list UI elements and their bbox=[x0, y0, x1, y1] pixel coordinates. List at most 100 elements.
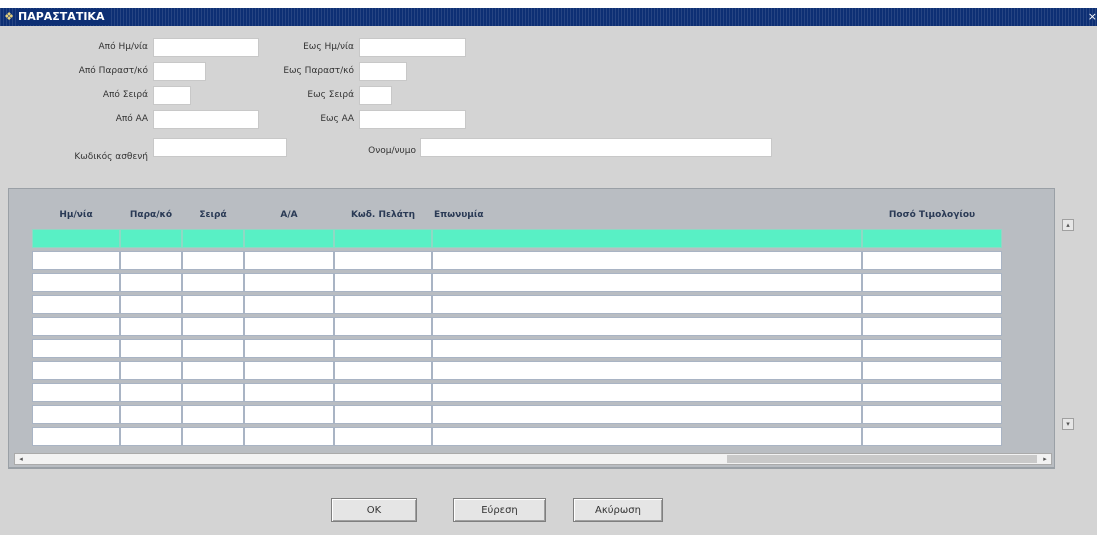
table-cell[interactable] bbox=[32, 273, 120, 292]
table-cell[interactable] bbox=[862, 339, 1002, 358]
table-row[interactable] bbox=[32, 229, 1002, 248]
table-cell[interactable] bbox=[244, 405, 334, 424]
table-cell[interactable] bbox=[182, 405, 244, 424]
table-cell[interactable] bbox=[244, 427, 334, 446]
table-cell[interactable] bbox=[334, 383, 432, 402]
search-button[interactable]: Εύρεση bbox=[453, 498, 546, 522]
scroll-up-icon[interactable]: ▴ bbox=[1062, 219, 1074, 231]
table-cell[interactable] bbox=[432, 273, 862, 292]
table-row[interactable] bbox=[32, 295, 1002, 314]
table-cell[interactable] bbox=[244, 229, 334, 248]
table-cell[interactable] bbox=[334, 339, 432, 358]
table-cell[interactable] bbox=[244, 361, 334, 380]
table-cell[interactable] bbox=[182, 273, 244, 292]
table-cell[interactable] bbox=[32, 295, 120, 314]
table-cell[interactable] bbox=[432, 339, 862, 358]
table-cell[interactable] bbox=[432, 361, 862, 380]
table-cell[interactable] bbox=[432, 405, 862, 424]
table-cell[interactable] bbox=[432, 317, 862, 336]
scroll-right-icon[interactable]: ▸ bbox=[1040, 454, 1050, 464]
to-date-field[interactable] bbox=[359, 38, 466, 57]
table-cell[interactable] bbox=[120, 251, 182, 270]
table-cell[interactable] bbox=[182, 251, 244, 270]
table-row[interactable] bbox=[32, 251, 1002, 270]
table-cell[interactable] bbox=[862, 317, 1002, 336]
horizontal-scrollbar[interactable]: ◂ ▸ bbox=[14, 453, 1052, 465]
table-row[interactable] bbox=[32, 317, 1002, 336]
from-date-field[interactable] bbox=[153, 38, 259, 57]
table-cell[interactable] bbox=[182, 361, 244, 380]
table-row[interactable] bbox=[32, 383, 1002, 402]
table-cell[interactable] bbox=[32, 251, 120, 270]
scrollbar-thumb[interactable] bbox=[727, 455, 1037, 463]
table-row[interactable] bbox=[32, 273, 1002, 292]
table-cell[interactable] bbox=[32, 361, 120, 380]
scroll-down-icon[interactable]: ▾ bbox=[1062, 418, 1074, 430]
table-cell[interactable] bbox=[862, 361, 1002, 380]
table-cell[interactable] bbox=[334, 361, 432, 380]
table-cell[interactable] bbox=[334, 273, 432, 292]
close-icon[interactable]: × bbox=[1088, 9, 1097, 25]
table-cell[interactable] bbox=[120, 295, 182, 314]
table-cell[interactable] bbox=[120, 427, 182, 446]
from-series-field[interactable] bbox=[153, 86, 191, 105]
table-row[interactable] bbox=[32, 427, 1002, 446]
to-doc-field[interactable] bbox=[359, 62, 407, 81]
from-doc-field[interactable] bbox=[153, 62, 206, 81]
scroll-left-icon[interactable]: ◂ bbox=[16, 454, 26, 464]
table-cell[interactable] bbox=[32, 405, 120, 424]
ok-button[interactable]: OK bbox=[331, 498, 417, 522]
table-row[interactable] bbox=[32, 361, 1002, 380]
table-cell[interactable] bbox=[32, 229, 120, 248]
table-cell[interactable] bbox=[334, 317, 432, 336]
table-cell[interactable] bbox=[334, 427, 432, 446]
table-cell[interactable] bbox=[120, 229, 182, 248]
table-cell[interactable] bbox=[862, 405, 1002, 424]
to-series-field[interactable] bbox=[359, 86, 392, 105]
table-cell[interactable] bbox=[182, 339, 244, 358]
table-cell[interactable] bbox=[862, 273, 1002, 292]
table-cell[interactable] bbox=[334, 229, 432, 248]
table-cell[interactable] bbox=[120, 317, 182, 336]
table-cell[interactable] bbox=[120, 339, 182, 358]
patient-code-field[interactable] bbox=[153, 138, 287, 157]
cancel-button[interactable]: Ακύρωση bbox=[573, 498, 663, 522]
to-aa-field[interactable] bbox=[359, 110, 466, 129]
table-cell[interactable] bbox=[244, 251, 334, 270]
table-cell[interactable] bbox=[244, 273, 334, 292]
table-cell[interactable] bbox=[182, 427, 244, 446]
table-cell[interactable] bbox=[120, 383, 182, 402]
table-cell[interactable] bbox=[432, 229, 862, 248]
table-cell[interactable] bbox=[244, 295, 334, 314]
table-cell[interactable] bbox=[432, 251, 862, 270]
table-cell[interactable] bbox=[862, 229, 1002, 248]
table-cell[interactable] bbox=[120, 361, 182, 380]
table-cell[interactable] bbox=[32, 427, 120, 446]
table-cell[interactable] bbox=[182, 383, 244, 402]
table-cell[interactable] bbox=[32, 383, 120, 402]
table-row[interactable] bbox=[32, 405, 1002, 424]
table-cell[interactable] bbox=[432, 427, 862, 446]
table-cell[interactable] bbox=[32, 339, 120, 358]
table-cell[interactable] bbox=[334, 251, 432, 270]
table-cell[interactable] bbox=[334, 405, 432, 424]
table-cell[interactable] bbox=[432, 383, 862, 402]
table-cell[interactable] bbox=[182, 295, 244, 314]
table-cell[interactable] bbox=[244, 383, 334, 402]
table-cell[interactable] bbox=[862, 251, 1002, 270]
table-cell[interactable] bbox=[182, 317, 244, 336]
table-cell[interactable] bbox=[120, 405, 182, 424]
table-cell[interactable] bbox=[334, 295, 432, 314]
table-cell[interactable] bbox=[244, 317, 334, 336]
table-cell[interactable] bbox=[32, 317, 120, 336]
table-cell[interactable] bbox=[182, 229, 244, 248]
from-aa-field[interactable] bbox=[153, 110, 259, 129]
table-row[interactable] bbox=[32, 339, 1002, 358]
table-cell[interactable] bbox=[862, 295, 1002, 314]
table-cell[interactable] bbox=[862, 427, 1002, 446]
table-cell[interactable] bbox=[244, 339, 334, 358]
surname-field[interactable] bbox=[420, 138, 772, 157]
table-cell[interactable] bbox=[862, 383, 1002, 402]
table-cell[interactable] bbox=[432, 295, 862, 314]
table-cell[interactable] bbox=[120, 273, 182, 292]
